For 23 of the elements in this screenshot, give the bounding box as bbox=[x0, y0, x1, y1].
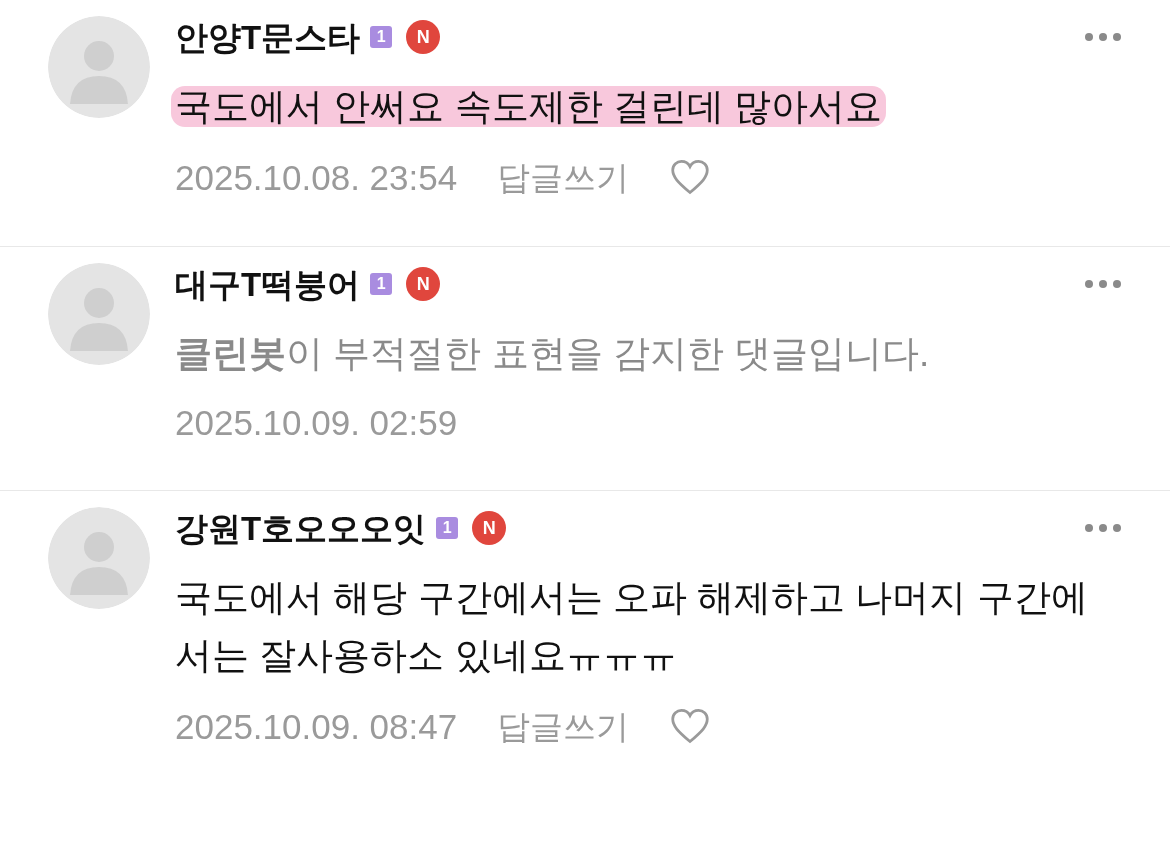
new-badge: N bbox=[406, 20, 441, 54]
avatar-silhouette-icon bbox=[48, 16, 150, 118]
comment-date: 2025.10.08. 23:54 bbox=[175, 159, 458, 195]
author-name[interactable]: 안양T문스타 bbox=[175, 20, 361, 54]
avatar-silhouette-icon bbox=[48, 507, 150, 609]
more-icon[interactable] bbox=[1084, 523, 1122, 533]
new-badge: N bbox=[406, 267, 441, 301]
comment-text: 국도에서 안써요 속도제한 걸린데 많아서요 bbox=[171, 86, 887, 127]
more-icon[interactable] bbox=[1084, 279, 1122, 289]
avatar-silhouette-icon bbox=[48, 263, 150, 365]
new-badge: N bbox=[472, 511, 507, 545]
author-name[interactable]: 강원T호오오오잇 bbox=[175, 511, 427, 545]
heart-icon[interactable] bbox=[669, 158, 712, 196]
comment-text: 국도에서 해당 구간에서는 오파 해제하고 나머지 구간에서는 잘사용하소 있네요ㅠㅠㅠ bbox=[175, 577, 1088, 676]
comment-text: 클린봇이 부적절한 표현을 감지한 댓글입니다. bbox=[175, 333, 930, 374]
level-badge: 1 bbox=[370, 273, 393, 295]
heart-icon[interactable] bbox=[669, 707, 712, 745]
level-badge: 1 bbox=[370, 26, 393, 48]
level-badge: 1 bbox=[436, 517, 459, 539]
author-name[interactable]: 대구T떡붕어 bbox=[175, 267, 361, 301]
more-icon[interactable] bbox=[1084, 32, 1122, 42]
comment-date: 2025.10.09. 08:47 bbox=[175, 708, 458, 744]
comment-date: 2025.10.09. 02:59 bbox=[175, 405, 458, 440]
